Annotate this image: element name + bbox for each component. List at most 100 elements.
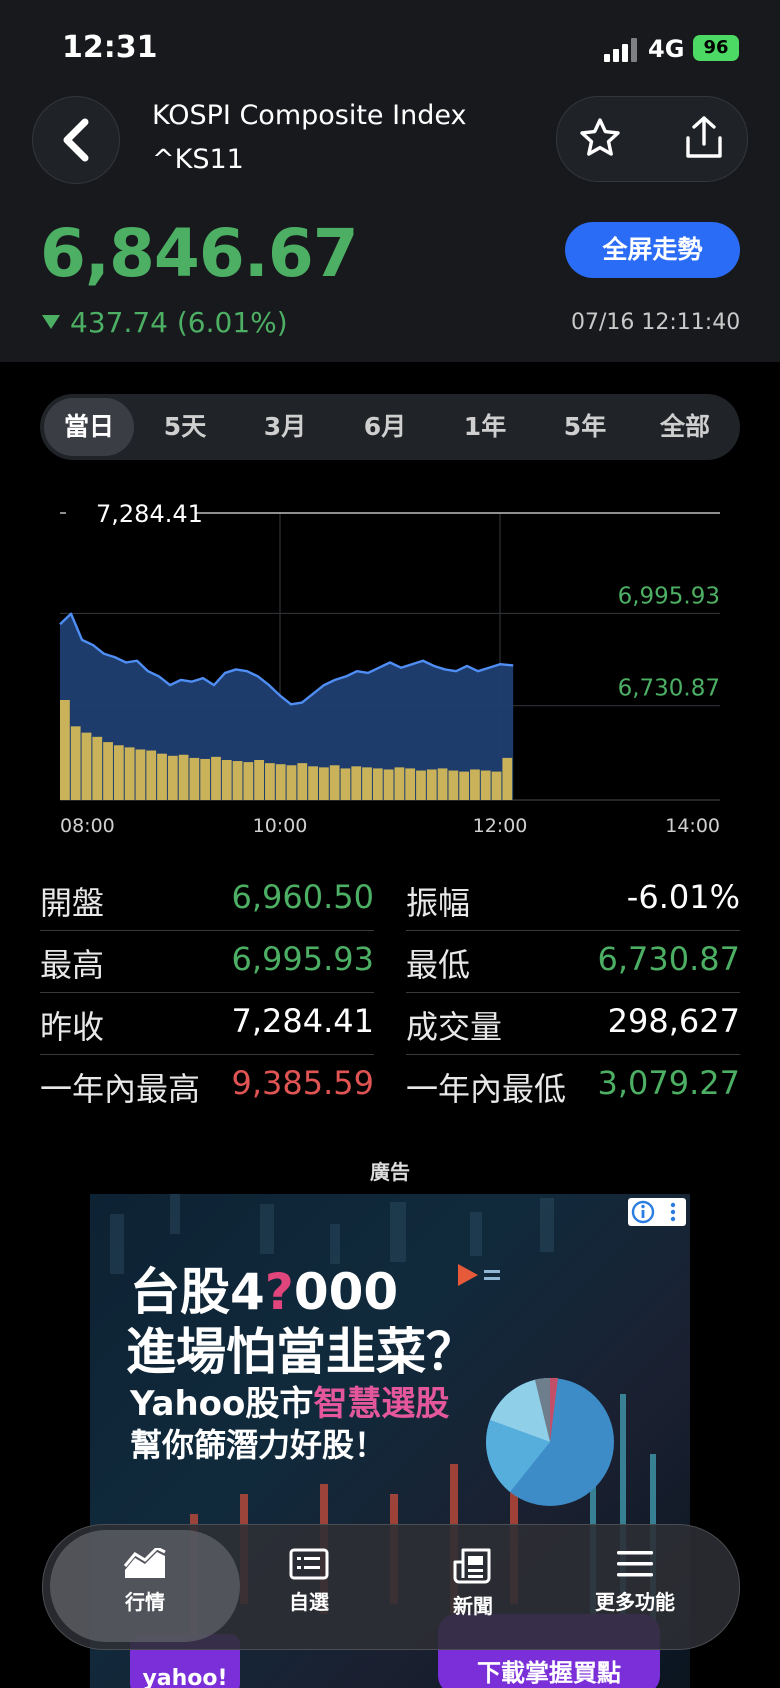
volume-bar	[124, 747, 135, 800]
stat-divider	[406, 992, 740, 993]
ad-subline-a: Yahoo股市	[130, 1384, 314, 1424]
down-triangle-icon	[42, 315, 60, 329]
stat-value: 6,730.87	[597, 940, 741, 978]
volume-bar	[340, 768, 351, 800]
volume-bar	[275, 764, 286, 800]
volume-bar	[297, 763, 308, 800]
volume-bar	[308, 766, 318, 800]
range-tab[interactable]: 1年	[440, 394, 530, 460]
network-type: 4G	[648, 35, 685, 63]
volume-bar	[157, 753, 167, 800]
price-change: 437.74 (6.01%)	[42, 306, 288, 339]
range-tab[interactable]: 當日	[44, 398, 134, 456]
nav-label: 自選	[289, 1590, 329, 1614]
volume-bar	[113, 745, 124, 800]
volume-bar	[200, 758, 211, 800]
ad-tagline: 幫你篩潛力好股！	[130, 1426, 387, 1464]
share-button[interactable]	[682, 114, 726, 160]
volume-bar	[426, 769, 437, 800]
ad-subline-b: 智慧選股	[313, 1384, 450, 1424]
volume-bar	[103, 742, 113, 800]
watchlist-icon	[289, 1548, 329, 1580]
favorite-button[interactable]	[578, 116, 622, 160]
range-tabs: 當日 5天 3月 6月 1年 5年 全部	[40, 394, 740, 460]
volume-bar	[362, 767, 372, 800]
share-icon	[686, 116, 722, 158]
fullscreen-chart-button[interactable]: 全屏走勢	[565, 222, 740, 278]
info-icon	[631, 1200, 676, 1224]
prev-close-label: 7,284.41	[96, 500, 203, 528]
x-tick-label: 10:00	[253, 815, 308, 837]
ad-subline: Yahoo股市智慧選股	[130, 1376, 449, 1425]
quote-timestamp: 07/16 12:11:40	[571, 310, 741, 335]
volume-bar	[167, 755, 178, 800]
range-tab[interactable]: 6月	[340, 394, 430, 460]
x-tick-label: 12:00	[473, 815, 528, 837]
chevron-left-icon	[63, 118, 89, 162]
volume-bar	[318, 767, 329, 800]
volume-bar	[372, 768, 383, 800]
low-label: 6,730.87	[618, 676, 720, 702]
volume-bar	[81, 732, 92, 800]
range-tab[interactable]: 3月	[240, 394, 330, 460]
volume-bar	[265, 763, 275, 800]
volume-bar	[437, 768, 448, 800]
volume-bar	[221, 760, 232, 800]
ad-pie-chart-icon	[486, 1377, 614, 1506]
nav-item-news[interactable]: 新聞	[408, 1548, 538, 1619]
volume-bar	[254, 760, 265, 800]
high-label: 6,995.93	[618, 583, 720, 609]
volume-bar	[416, 770, 426, 800]
star-icon	[580, 118, 620, 156]
volume-bar	[383, 769, 394, 800]
volume-bar	[211, 756, 221, 800]
index-symbol: ^KS11	[152, 144, 244, 175]
volume-bar	[135, 749, 146, 800]
volume-bar	[470, 769, 480, 800]
volume-bar	[232, 761, 243, 800]
nav-label: 行情	[125, 1590, 165, 1614]
volume-bar	[329, 765, 340, 800]
volume-bar	[480, 770, 491, 800]
volume-bar	[448, 770, 459, 800]
x-tick-label: 08:00	[60, 815, 115, 837]
volume-bar	[243, 762, 254, 800]
stat-value: 6,995.93	[231, 940, 375, 978]
nav-item-more[interactable]: 更多功能	[570, 1548, 700, 1615]
play-icon	[458, 1264, 500, 1286]
back-button[interactable]	[32, 96, 120, 184]
ad-info-badge[interactable]	[628, 1198, 686, 1226]
battery-level: 96	[703, 37, 729, 58]
status-time: 12:31	[62, 30, 158, 65]
battery-indicator: 96	[693, 35, 739, 61]
stat-divider	[406, 930, 740, 931]
volume-bar	[178, 754, 189, 800]
volume-bar	[146, 750, 157, 800]
market-chart-icon	[123, 1548, 166, 1578]
volume-bar	[394, 767, 405, 800]
x-tick-label: 14:00	[665, 815, 720, 837]
volume-bar	[70, 726, 81, 800]
volume-bar	[189, 757, 200, 800]
stat-value: 7,284.41	[231, 1002, 375, 1040]
stat-divider	[40, 930, 374, 931]
nav-item-watchlist[interactable]: 自選	[244, 1548, 374, 1615]
range-tab[interactable]: 5天	[140, 394, 230, 460]
stat-value: 9,385.59	[231, 1064, 375, 1102]
news-icon	[453, 1548, 491, 1584]
ad-headline-2: 進場怕當韭菜？	[126, 1323, 476, 1381]
volume-bar	[351, 766, 362, 800]
volume-bar	[60, 700, 70, 800]
range-tab[interactable]: 5年	[540, 394, 630, 460]
stat-value: 3,079.27	[597, 1064, 741, 1102]
stat-value: -6.01%	[626, 878, 740, 916]
volume-bar	[405, 768, 416, 800]
range-tab[interactable]: 全部	[640, 394, 730, 460]
stat-divider	[40, 1054, 374, 1055]
volume-bar	[502, 757, 513, 800]
index-title: KOSPI Composite Index	[152, 100, 467, 131]
ad-label: 廣告	[370, 1160, 410, 1184]
nav-item-market[interactable]: 行情	[80, 1548, 210, 1615]
stat-value: 6,960.50	[231, 878, 375, 916]
volume-bar	[92, 736, 103, 800]
